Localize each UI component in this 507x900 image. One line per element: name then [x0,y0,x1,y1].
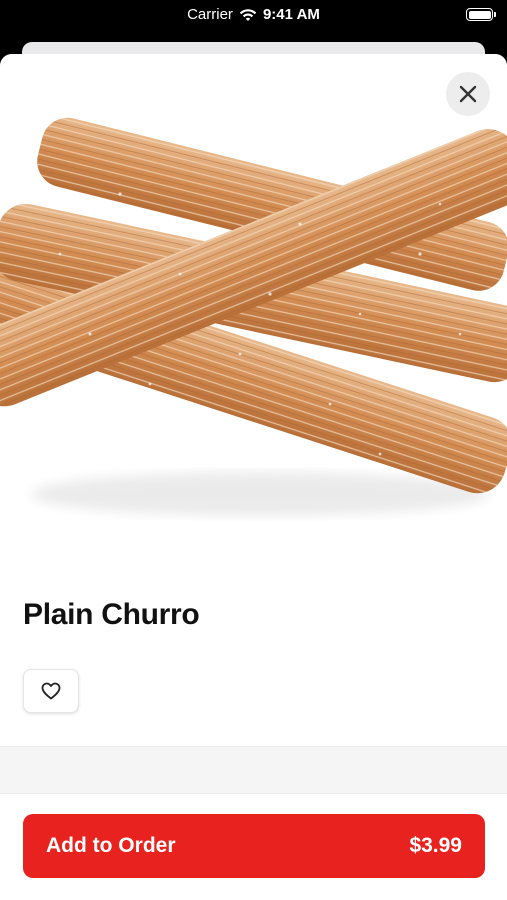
heart-icon [41,682,61,700]
price-label: $3.99 [409,834,462,857]
close-button[interactable] [446,72,490,116]
section-divider [0,746,507,794]
favorite-button[interactable] [23,669,79,713]
churro-photo [0,117,507,516]
product-detail-sheet: Plain Churro Add to Order $3.99 [0,54,507,900]
status-bar: Carrier 9:41 AM [0,0,507,32]
product-image [0,54,507,534]
add-to-order-button[interactable]: Add to Order $3.99 [23,814,485,878]
carrier-label: Carrier [187,6,233,23]
product-title: Plain Churro [23,598,200,631]
order-footer: Add to Order $3.99 [0,794,507,900]
add-to-order-label: Add to Order [46,834,176,857]
close-icon [459,85,477,103]
wifi-icon [239,8,257,21]
battery-icon [466,8,496,21]
clock-label: 9:41 AM [262,6,320,23]
